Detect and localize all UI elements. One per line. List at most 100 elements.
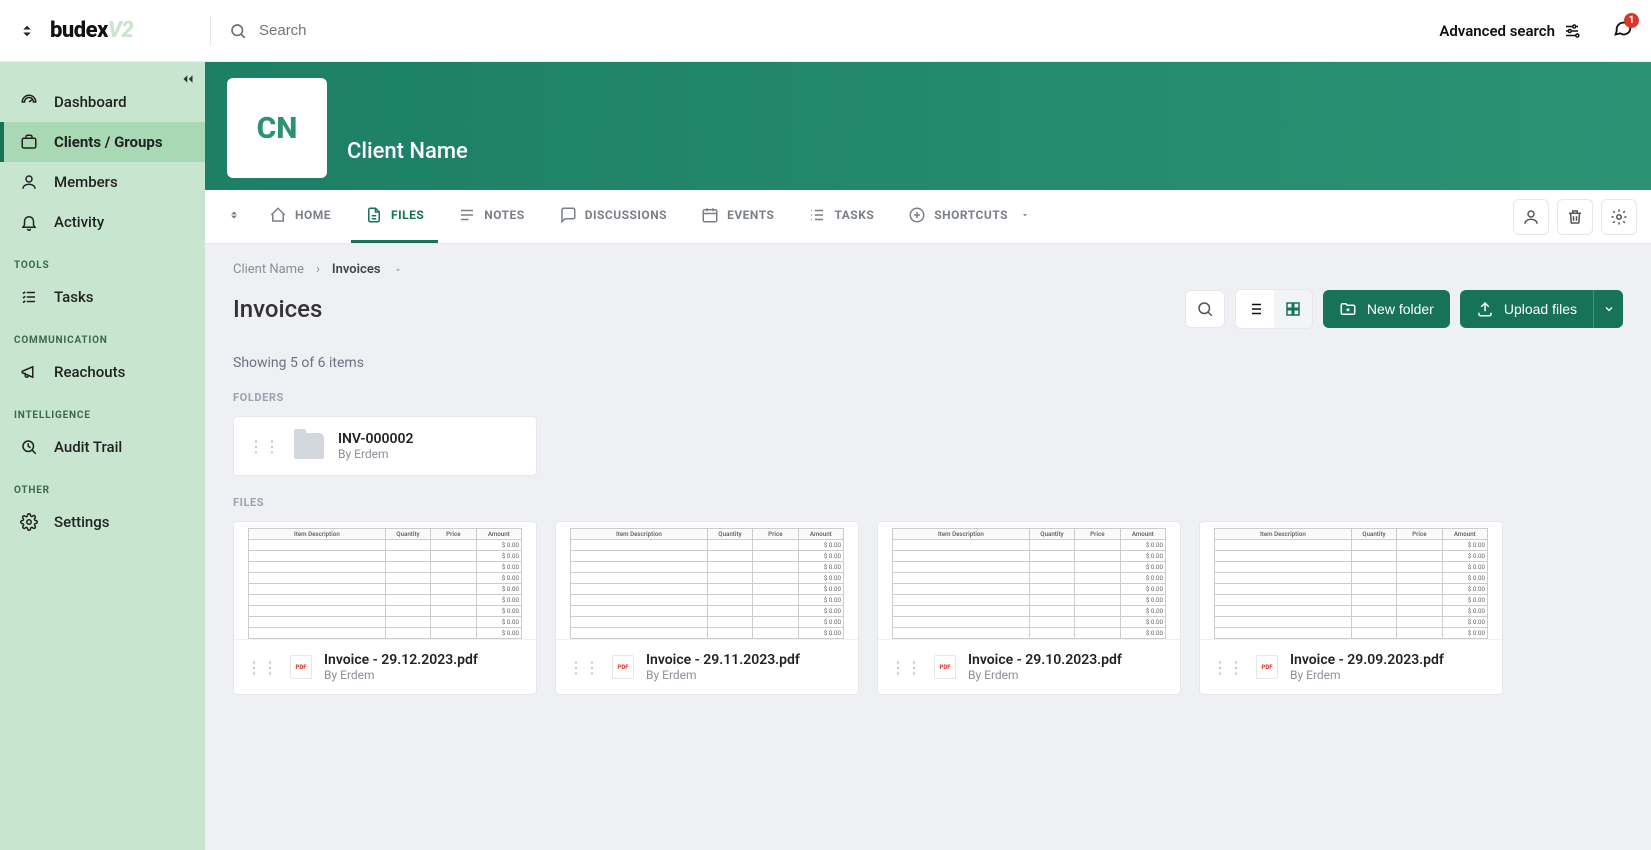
tab-shortcuts[interactable]: SHORTCUTS (894, 190, 1044, 243)
tab-events[interactable]: EVENTS (687, 190, 788, 243)
folder-author: By Erdem (338, 447, 413, 461)
sidebar-item-settings[interactable]: Settings (0, 502, 205, 542)
sidebar-section-intelligence: INTELLIGENCE (0, 392, 205, 427)
file-preview: Item DescriptionQuantityPriceAmount$ 0.0… (556, 522, 858, 640)
sliders-icon (1563, 22, 1581, 40)
pdf-badge: PDF (934, 655, 956, 679)
file-name: Invoice - 29.09.2023.pdf (1290, 652, 1444, 668)
file-author: By Erdem (1290, 668, 1444, 682)
breadcrumb: Client Name › Invoices (233, 262, 1623, 277)
file-author: By Erdem (324, 668, 478, 682)
upload-files-button[interactable]: Upload files (1460, 290, 1593, 328)
collapse-sidebar-icon[interactable] (179, 70, 197, 88)
sidebar-item-audit-trail[interactable]: Audit Trail (0, 427, 205, 467)
client-settings-button[interactable] (1601, 199, 1637, 235)
top-bar: budexV2 Advanced search 1 (0, 0, 1651, 62)
sidebar-item-members[interactable]: Members (0, 162, 205, 202)
tab-home[interactable]: HOME (255, 190, 345, 243)
pdf-badge: PDF (290, 655, 312, 679)
collapse-tabs-icon[interactable] (219, 193, 249, 240)
search-icon (229, 22, 247, 40)
sidebar-item-clients[interactable]: Clients / Groups (0, 122, 205, 162)
drag-handle-icon[interactable]: ⋮⋮ (890, 658, 922, 677)
client-delete-button[interactable] (1557, 199, 1593, 235)
upload-icon (1476, 300, 1494, 318)
search-input[interactable] (259, 22, 1419, 39)
tab-files[interactable]: FILES (351, 190, 438, 243)
calendar-icon (701, 206, 719, 224)
drag-handle-icon[interactable]: ⋮⋮ (568, 658, 600, 677)
new-folder-button[interactable]: New folder (1323, 290, 1450, 328)
bell-icon (20, 213, 38, 231)
files-section-label: FILES (233, 496, 1623, 509)
tab-discussions[interactable]: DISCUSSIONS (545, 190, 681, 243)
caret-down-icon[interactable] (393, 265, 403, 275)
items-summary: Showing 5 of 6 items (233, 355, 1623, 371)
file-author: By Erdem (646, 668, 800, 682)
file-name: Invoice - 29.12.2023.pdf (324, 652, 478, 668)
upload-files-dropdown[interactable] (1593, 290, 1623, 328)
sidebar-item-activity[interactable]: Activity (0, 202, 205, 242)
folder-plus-icon (1339, 300, 1357, 318)
drag-handle-icon[interactable]: ⋮⋮ (248, 437, 280, 456)
grid-icon (1284, 300, 1302, 318)
drag-handle-icon[interactable]: ⋮⋮ (1212, 658, 1244, 677)
file-card[interactable]: Item DescriptionQuantityPriceAmount$ 0.0… (877, 521, 1181, 695)
folder-name: INV-000002 (338, 431, 413, 447)
brand-logo[interactable]: budexV2 (50, 18, 133, 43)
client-avatar: CN (227, 78, 327, 178)
file-author: By Erdem (968, 668, 1122, 682)
global-search[interactable] (229, 22, 1419, 40)
gauge-icon (20, 93, 38, 111)
sidebar-item-reachouts[interactable]: Reachouts (0, 352, 205, 392)
client-user-button[interactable] (1513, 199, 1549, 235)
file-card[interactable]: Item DescriptionQuantityPriceAmount$ 0.0… (233, 521, 537, 695)
folders-section-label: FOLDERS (233, 391, 1623, 404)
home-icon (269, 206, 287, 224)
view-grid-button[interactable] (1274, 290, 1312, 328)
sidebar-item-label: Members (54, 173, 118, 191)
file-card[interactable]: Item DescriptionQuantityPriceAmount$ 0.0… (1199, 521, 1503, 695)
sidebar-item-label: Settings (54, 513, 110, 531)
sidebar-section-communication: COMMUNICATION (0, 317, 205, 352)
sidebar-section-tools: TOOLS (0, 242, 205, 277)
chat-button[interactable]: 1 (1611, 18, 1633, 44)
audit-icon (20, 438, 38, 456)
file-name: Invoice - 29.11.2023.pdf (646, 652, 800, 668)
sidebar-section-other: OTHER (0, 467, 205, 502)
folder-card[interactable]: ⋮⋮ INV-000002 By Erdem (233, 416, 537, 476)
gear-icon (1610, 208, 1628, 226)
folder-icon (294, 433, 324, 459)
gear-icon (20, 513, 38, 531)
file-card[interactable]: Item DescriptionQuantityPriceAmount$ 0.0… (555, 521, 859, 695)
checklist-icon (20, 288, 38, 306)
tab-notes[interactable]: NOTES (444, 190, 538, 243)
chevron-right-icon: › (316, 262, 320, 277)
sidebar-item-label: Dashboard (54, 93, 127, 111)
discussions-icon (559, 206, 577, 224)
sidebar-item-label: Clients / Groups (54, 133, 163, 151)
notes-icon (458, 206, 476, 224)
breadcrumb-current: Invoices (332, 262, 381, 277)
sidebar-item-dashboard[interactable]: Dashboard (0, 82, 205, 122)
sidebar: Dashboard Clients / Groups Members Activ… (0, 62, 205, 850)
checklist-icon (808, 206, 826, 224)
main-content: CN Client Name HOME FILES NOTES (205, 62, 1651, 850)
file-icon (365, 206, 383, 224)
view-toggle (1235, 289, 1313, 329)
divider (210, 16, 211, 46)
user-icon (20, 173, 38, 191)
breadcrumb-root[interactable]: Client Name (233, 262, 304, 277)
drag-handle-icon[interactable]: ⋮⋮ (246, 658, 278, 677)
advanced-search-button[interactable]: Advanced search (1439, 22, 1581, 40)
tab-tasks[interactable]: TASKS (794, 190, 888, 243)
search-files-button[interactable] (1185, 290, 1225, 328)
view-list-button[interactable] (1236, 290, 1274, 328)
megaphone-icon (20, 363, 38, 381)
file-name: Invoice - 29.10.2023.pdf (968, 652, 1122, 668)
sidebar-item-tasks[interactable]: Tasks (0, 277, 205, 317)
sidebar-item-label: Reachouts (54, 363, 125, 381)
sort-icon[interactable] (18, 22, 36, 40)
sidebar-item-label: Audit Trail (54, 438, 122, 456)
user-icon (1522, 208, 1540, 226)
